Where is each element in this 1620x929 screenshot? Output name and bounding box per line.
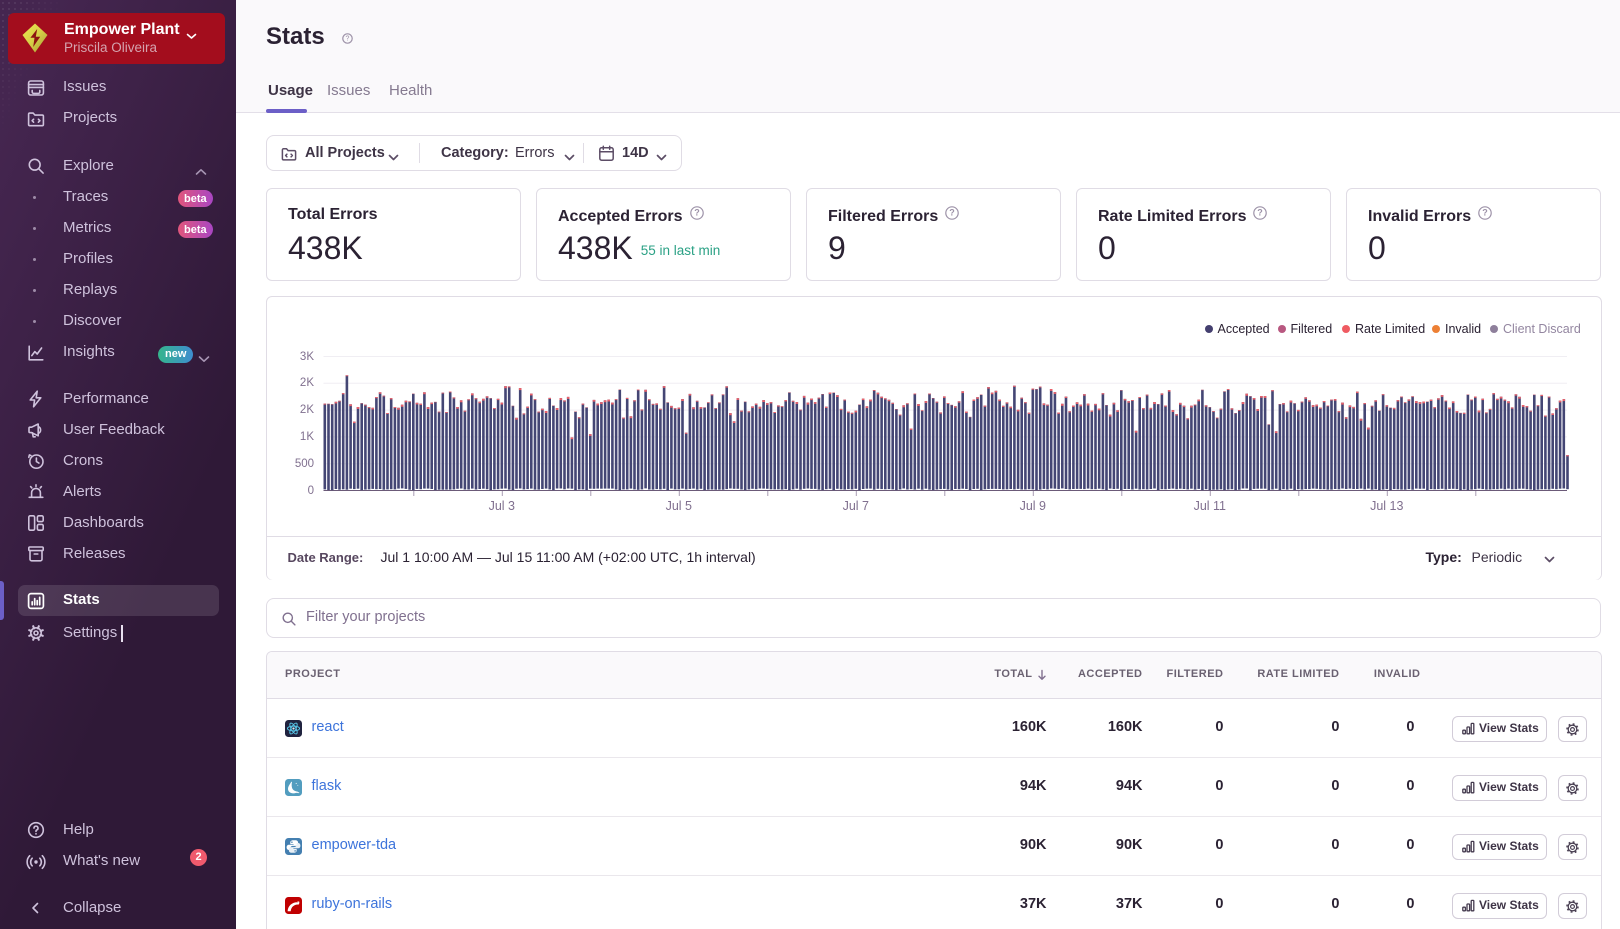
svg-text:?: ? xyxy=(694,208,700,218)
svg-text:?: ? xyxy=(1258,208,1264,218)
svg-text:?: ? xyxy=(1482,208,1488,218)
svg-text:?: ? xyxy=(950,208,956,218)
svg-text:?: ? xyxy=(346,36,350,43)
